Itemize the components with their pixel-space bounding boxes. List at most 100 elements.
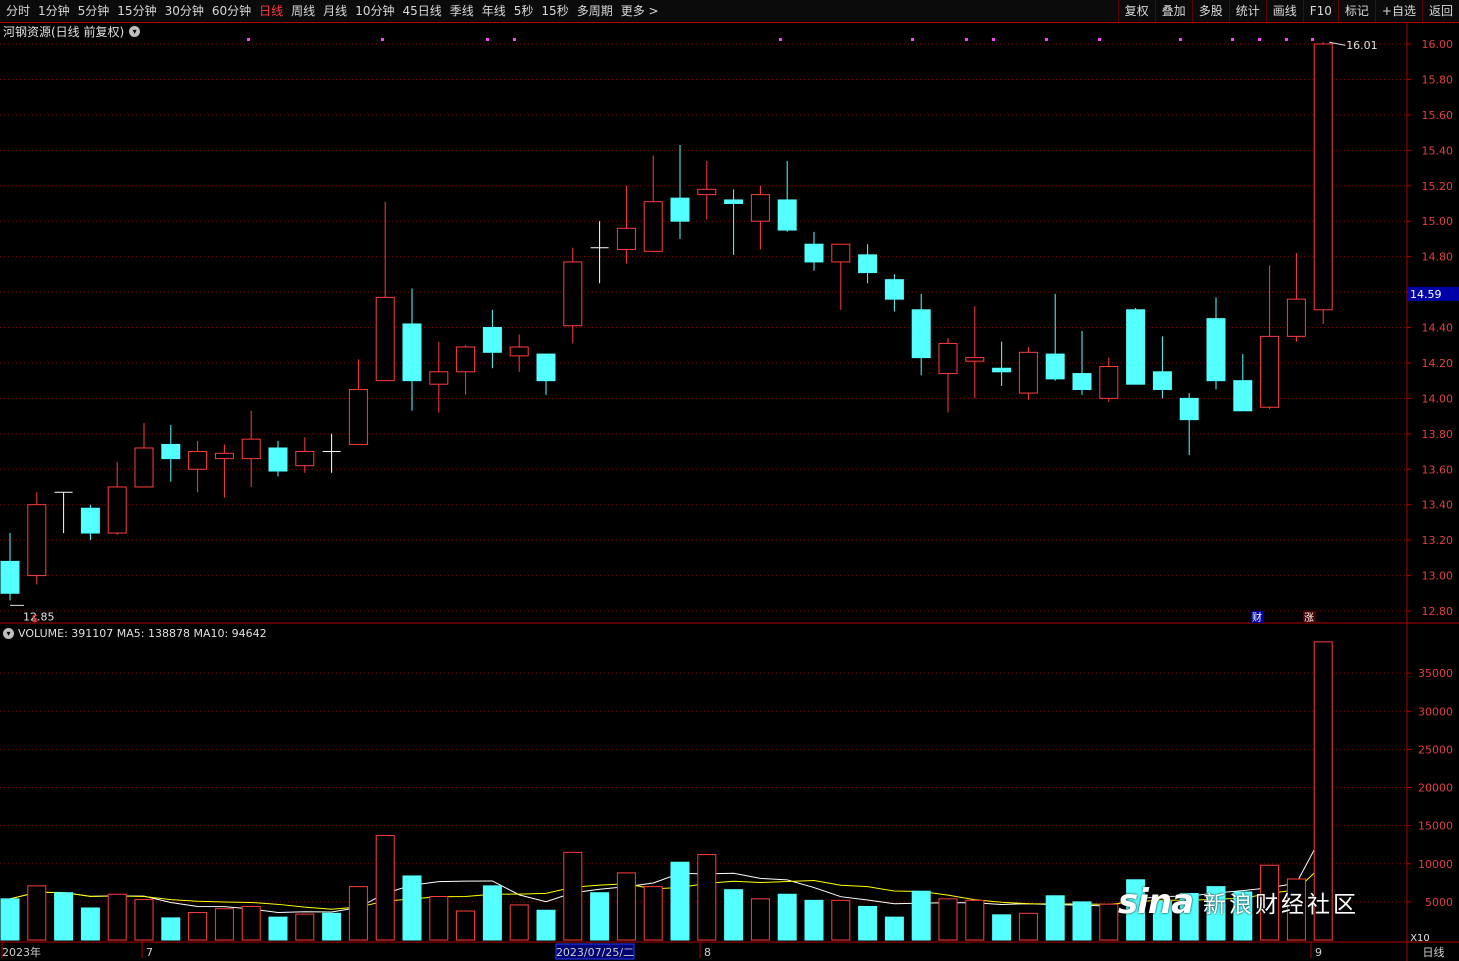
volume-bar xyxy=(188,912,208,941)
volume-bar xyxy=(643,886,663,941)
event-marker xyxy=(992,38,995,41)
volume-tick-label: 15000 xyxy=(1418,820,1453,833)
candle-body xyxy=(134,447,154,488)
volume-bar xyxy=(214,908,234,941)
axis-frame xyxy=(0,22,1459,961)
axis-labels: 16.0015.8015.6015.4015.2015.0014.8014.60… xyxy=(2,38,1459,960)
candle-body xyxy=(402,323,422,382)
price-tick-label: 15.80 xyxy=(1422,73,1454,86)
volume-bar xyxy=(831,899,851,941)
date-label: 2023/07/25/二 xyxy=(556,946,634,959)
candle-body xyxy=(563,261,583,327)
candle-body xyxy=(965,357,985,362)
volume-tick-label: 30000 xyxy=(1418,705,1453,718)
candle-body xyxy=(1152,371,1172,391)
candle-body xyxy=(214,452,234,460)
price-tick-label: 15.20 xyxy=(1422,180,1454,193)
volume-bar xyxy=(777,893,797,941)
candle-body xyxy=(536,353,556,382)
low-label: 12.85 xyxy=(23,610,55,623)
candle-body xyxy=(1313,43,1333,311)
candle-body xyxy=(670,197,690,222)
volume-bar xyxy=(1286,878,1306,941)
candle-body xyxy=(482,327,502,353)
price-tick-label: 14.20 xyxy=(1422,357,1454,370)
price-tick-label: 15.40 xyxy=(1422,144,1454,157)
volume-bar xyxy=(1099,903,1119,941)
event-marker xyxy=(1258,38,1261,41)
volume-bar xyxy=(429,896,449,941)
event-marker xyxy=(1311,38,1314,41)
price-tick-label: 16.00 xyxy=(1422,38,1454,51)
candle-body xyxy=(348,389,368,445)
candle-body xyxy=(750,194,770,222)
annotations: 16.01 12.85$ 财 涨 xyxy=(10,38,1378,625)
chevron-down-icon[interactable]: ▾ xyxy=(3,627,14,639)
event-marker xyxy=(381,38,384,41)
volume-bar xyxy=(402,875,422,941)
candle-body xyxy=(911,309,931,359)
candle-body xyxy=(1099,365,1119,399)
candle-body xyxy=(1260,335,1280,408)
volume-bar xyxy=(938,898,958,941)
date-label: 2023年 xyxy=(2,945,41,959)
price-grid xyxy=(0,43,1407,903)
volume-tick-label: 10000 xyxy=(1418,858,1453,871)
candle-body xyxy=(1126,309,1146,385)
candle-body xyxy=(643,201,663,252)
candle-body xyxy=(884,279,904,300)
volume-bar xyxy=(1179,892,1199,941)
volume-bar xyxy=(1233,891,1253,941)
volume-bar xyxy=(1072,901,1092,941)
event-marker xyxy=(1285,38,1288,41)
volume-bar xyxy=(482,885,502,941)
volume-bar xyxy=(750,898,770,941)
volume-bar xyxy=(348,886,368,941)
volume-bar xyxy=(804,899,824,941)
event-marker xyxy=(1045,38,1048,41)
volume-bar xyxy=(724,889,744,941)
candle-body xyxy=(616,227,636,251)
volume-bar xyxy=(858,905,878,941)
candle-body xyxy=(804,243,824,263)
volume-bar xyxy=(965,899,985,941)
candle-body xyxy=(241,438,261,460)
volume-bar xyxy=(1045,895,1065,941)
candle-body xyxy=(27,504,47,577)
volume-bar xyxy=(107,893,127,941)
volume-bar xyxy=(1260,864,1280,941)
kline-chart[interactable]: 16.0015.8015.6015.4015.2015.0014.8014.60… xyxy=(0,0,1459,961)
period-label-bottom: 日线 xyxy=(1422,946,1445,959)
volume-bar xyxy=(134,899,154,941)
price-tick-label: 13.60 xyxy=(1422,463,1454,476)
candle-body xyxy=(80,507,100,534)
price-tick-label: 13.20 xyxy=(1422,534,1454,547)
volume-bar xyxy=(54,892,74,941)
candle-body xyxy=(1072,373,1092,391)
event-marker xyxy=(965,38,968,41)
candle-body xyxy=(295,451,315,467)
volume-bar xyxy=(1126,879,1146,941)
volume-bar xyxy=(295,913,315,941)
event-marker xyxy=(1231,38,1234,41)
volume-tick-label: 35000 xyxy=(1418,667,1453,680)
event-marker xyxy=(1179,38,1182,41)
price-tick-label: 14.00 xyxy=(1422,392,1454,405)
candle-body xyxy=(375,296,395,382)
event-marker xyxy=(486,38,489,41)
candle-body xyxy=(107,486,127,534)
candle-body xyxy=(429,371,449,385)
price-tick-label: 12.80 xyxy=(1422,605,1454,618)
price-tick-label: 13.00 xyxy=(1422,570,1454,583)
volume-tick-label: 20000 xyxy=(1418,782,1453,795)
event-marker xyxy=(779,38,782,41)
volume-bar xyxy=(1018,912,1038,941)
candle-body xyxy=(188,451,208,470)
current-price-text: 14.59 xyxy=(1410,288,1442,301)
volume-bar xyxy=(590,892,610,941)
price-tick-label: 13.80 xyxy=(1422,428,1454,441)
volume-bar xyxy=(911,890,931,941)
event-marker xyxy=(513,38,516,41)
volume-bar xyxy=(375,835,395,941)
candle-body xyxy=(938,342,958,375)
